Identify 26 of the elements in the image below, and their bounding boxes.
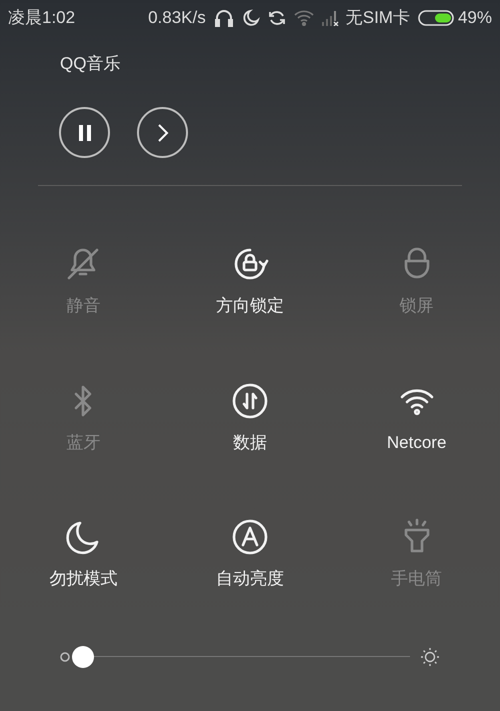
sim-status: 无SIM卡 — [346, 7, 410, 30]
dim-brightness-icon — [60, 652, 70, 662]
brightness-slider[interactable] — [72, 646, 410, 668]
next-button[interactable] — [137, 107, 188, 158]
sync-icon — [268, 9, 286, 27]
data-arrows-icon[interactable] — [230, 380, 270, 420]
toggle-label[interactable]: 勿扰模式 — [49, 566, 118, 592]
toggle-label[interactable]: 自动亮度 — [216, 566, 284, 592]
slider-thumb[interactable] — [72, 646, 94, 668]
auto-brightness-icon[interactable] — [230, 517, 270, 557]
battery-icon — [418, 10, 454, 26]
toggle-label[interactable]: Netcore — [386, 430, 446, 455]
status-time: 凌晨1:02 — [8, 7, 76, 30]
toggle-label[interactable]: 数据 — [232, 430, 267, 455]
wifi-icon — [294, 10, 314, 26]
music-app-title: QQ音乐 — [60, 54, 120, 73]
pause-icon — [78, 124, 92, 140]
pause-button[interactable] — [59, 107, 110, 158]
moon-icon — [242, 9, 260, 27]
battery-percent: 49% — [458, 7, 492, 30]
headphones-icon — [214, 9, 234, 27]
signal-icon — [322, 10, 340, 26]
sun-icon — [420, 646, 440, 666]
network-speed: 0.83K/s — [148, 7, 206, 30]
toggle-label[interactable]: 方向锁定 — [216, 293, 284, 318]
chevron-right-icon — [156, 122, 168, 142]
